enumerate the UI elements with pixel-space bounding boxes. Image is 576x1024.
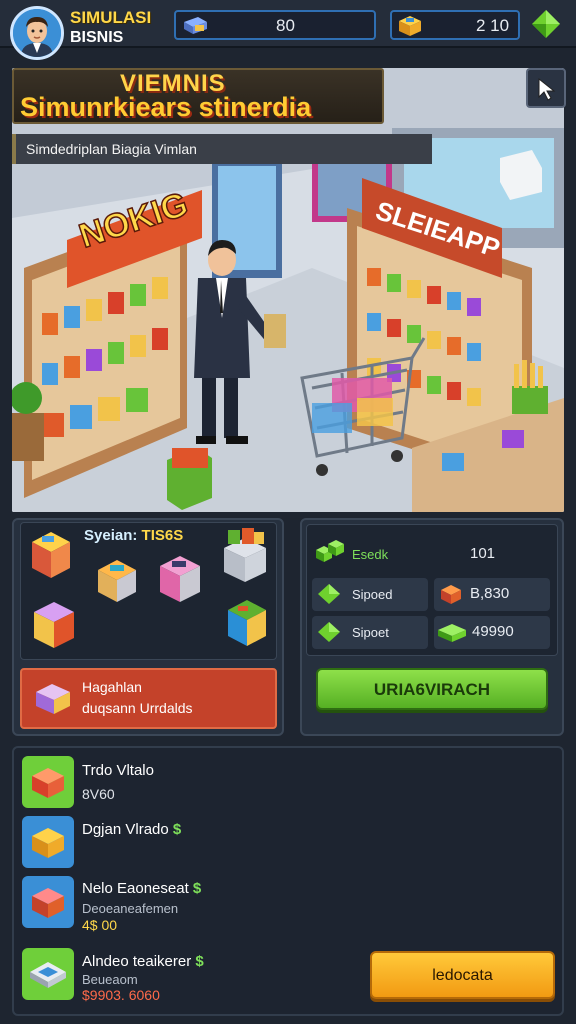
scene-subtitle: Simdedriplan Biagia Vimlan — [12, 134, 432, 164]
system-label-prefix: Syeian: — [84, 527, 138, 544]
store-title-line-2: Simunrkiears stinerdia — [20, 92, 312, 122]
green-gem-icon — [318, 622, 340, 642]
avatar-portrait-icon — [13, 9, 61, 57]
stat-row-2-right[interactable]: B,830 — [434, 578, 550, 611]
package-icon — [36, 684, 70, 714]
player-avatar[interactable] — [10, 6, 64, 60]
stat-row-3-value: 49990 — [472, 623, 514, 640]
stat-row-2-label: Sipoed — [352, 587, 393, 602]
promo-card[interactable] — [20, 668, 277, 729]
list-item-3-title-text: Nelo Eaoneseat — [82, 880, 189, 897]
stat-row-1-value: 101 — [470, 545, 496, 562]
list-item-4-title: Alndeo teaikerer $ — [82, 953, 204, 970]
green-blocks-icon — [316, 540, 344, 562]
stock-counter[interactable]: 2 10 — [390, 10, 520, 40]
list-item-1-title-text: Trdo Vltalo — [82, 762, 154, 779]
list-item-3-title: Nelo Eaoneseat $ — [82, 880, 201, 897]
cube-item-icon[interactable] — [30, 598, 78, 652]
promo-title: Hagahlan — [82, 679, 142, 695]
list-item-4-tag: $ — [195, 953, 204, 970]
green-gem-icon — [532, 10, 560, 38]
system-label: Syeian: TIS6S — [84, 527, 183, 544]
list-item-2-title: Dgjan Vlrado $ — [82, 821, 181, 838]
list-item-2-tag: $ — [172, 821, 182, 838]
promo-subtitle: duqsann Urrdalds — [82, 700, 193, 716]
list-item-3-thumb[interactable] — [22, 876, 74, 928]
list-item-1-value: 8V60 — [82, 786, 115, 802]
crate-icon — [399, 16, 421, 36]
stat-row-3-right[interactable]: 49990 — [434, 616, 550, 649]
stat-row-2-left[interactable]: Sipoed — [312, 578, 428, 611]
system-label-value: TIS6S — [141, 527, 184, 544]
cursor-mode-button[interactable] — [526, 68, 566, 108]
storage-box-icon — [32, 888, 64, 918]
game-brand: SIMULASI BISNIS — [70, 8, 151, 48]
list-item-4-thumb[interactable] — [22, 948, 74, 1000]
gift-box-icon — [32, 768, 64, 798]
orange-crate-icon — [441, 585, 461, 604]
scene-subtitle-text: Simdedriplan Biagia Vimlan — [26, 141, 197, 157]
upgrade-button-label: URIA6VIRACH — [373, 680, 491, 699]
green-cash-icon — [438, 624, 466, 642]
money-counter[interactable]: 80 — [174, 10, 376, 40]
green-gem-icon — [318, 584, 340, 604]
cube-item-icon[interactable] — [156, 552, 204, 608]
list-item-4-title-text: Alndeo teaikerer — [82, 953, 192, 970]
list-item-3-subtitle: Deoeaneafemen — [82, 901, 179, 916]
brand-line-1: SIMULASI — [70, 8, 152, 27]
crate-icon — [32, 828, 64, 858]
list-item-1-thumb[interactable] — [22, 756, 74, 808]
cube-item-icon[interactable] — [224, 596, 270, 650]
tablet-device-icon — [30, 962, 66, 988]
primary-action-label: ledocata — [432, 967, 493, 984]
list-item-2-title-text: Dgjan Vlrado — [82, 821, 169, 838]
stat-row-1-label: Esedk — [352, 547, 389, 562]
list-item-4-value: $9903. 6060 — [82, 987, 160, 1003]
stock-value: 2 10 — [476, 16, 510, 35]
primary-action-button[interactable]: ledocata — [370, 951, 555, 999]
list-item-1-title: Trdo Vltalo — [82, 762, 154, 779]
cube-item-icon[interactable] — [94, 556, 140, 608]
list-item-4-subtitle: Beueaom — [82, 972, 138, 987]
cash-stack-icon — [184, 17, 207, 34]
cursor-arrow-icon — [538, 77, 556, 101]
list-item-3-tag: $ — [192, 880, 202, 897]
list-item-3-value: 4$ 00 — [82, 917, 118, 933]
stat-row-3-label: Sipoet — [352, 625, 389, 640]
list-item-2-thumb[interactable] — [22, 816, 74, 868]
upgrade-button[interactable]: URIA6VIRACH — [316, 668, 548, 710]
cube-item-icon[interactable] — [28, 528, 74, 584]
gem-shop-button[interactable] — [530, 8, 562, 40]
stat-row-2-value: B,830 — [470, 585, 510, 602]
money-value: 80 — [276, 16, 295, 35]
cube-item-icon[interactable] — [220, 526, 270, 586]
brand-line-2: BISNIS — [70, 29, 124, 46]
stat-row-3-left[interactable]: Sipoet — [312, 616, 428, 649]
